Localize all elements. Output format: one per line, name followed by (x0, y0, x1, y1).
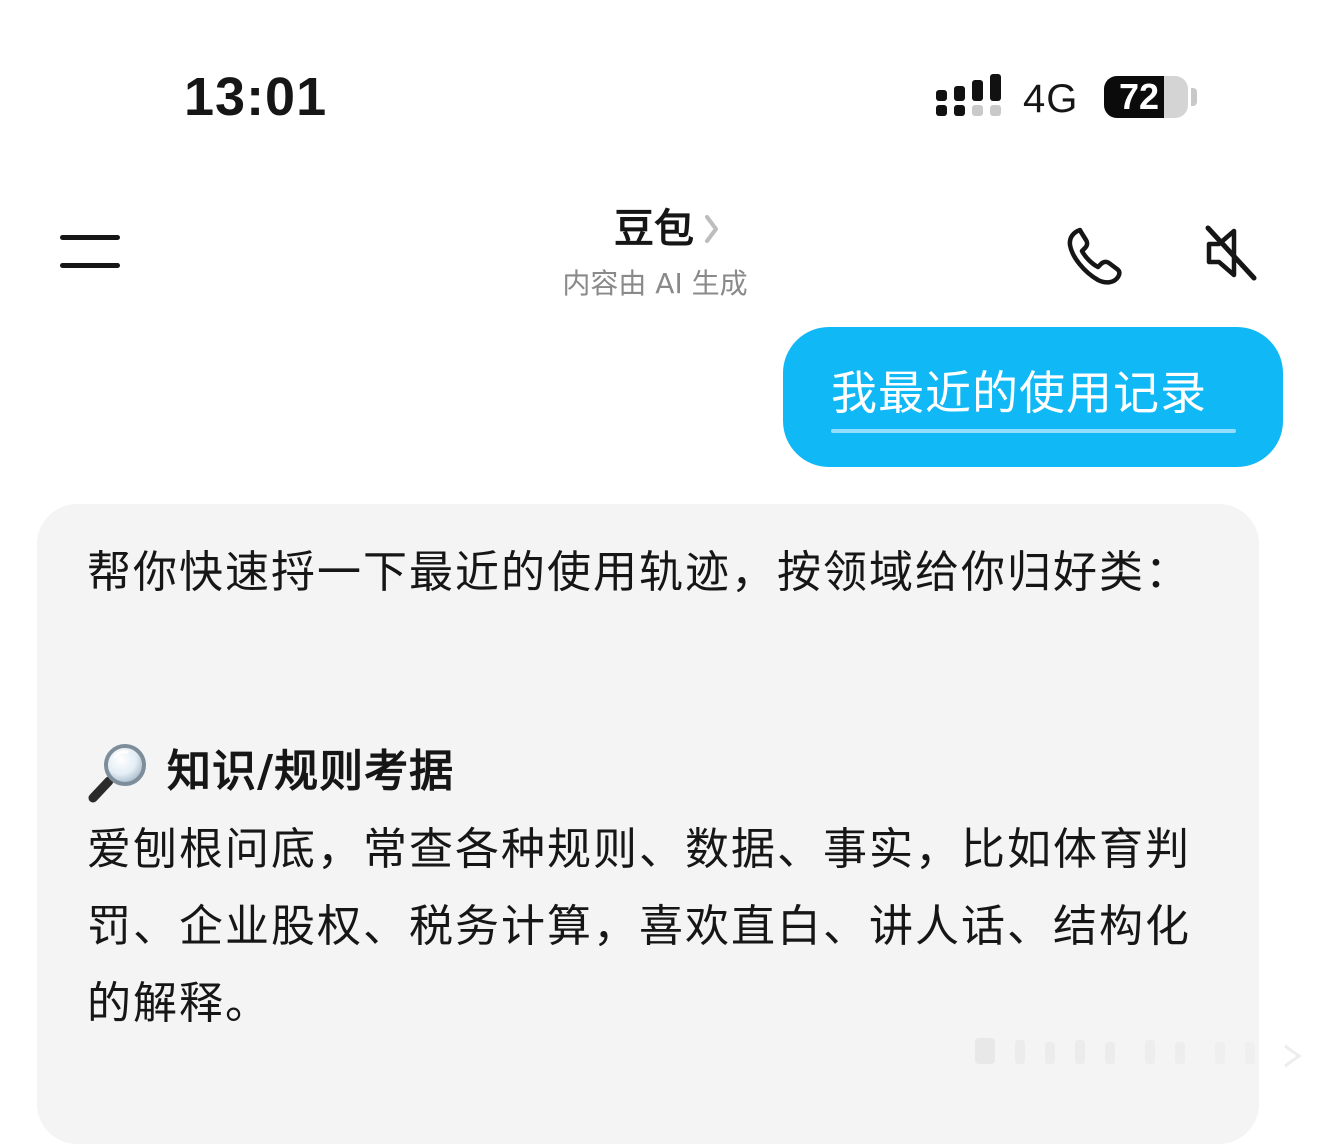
user-message-text: 我最近的使用记录 (831, 366, 1207, 420)
cellular-signal-icon (936, 74, 1001, 116)
network-type: 4G (1023, 77, 1079, 121)
reply-section-body: 爱刨根问底，常查各种规则、数据、事实，比如体育判罚、企业股权、税务计算，喜欢直白… (87, 824, 1191, 1029)
menu-icon (60, 235, 120, 240)
menu-icon-line (60, 263, 120, 268)
bot-profile-link[interactable]: 豆包 (540, 198, 770, 260)
ai-generated-notice: 内容由 AI 生成 (562, 267, 748, 300)
chevron-right-icon (705, 215, 718, 243)
phone-icon (1067, 227, 1122, 285)
battery-icon: 72 (1104, 76, 1188, 118)
user-message-bubble[interactable]: 我最近的使用记录 (783, 327, 1283, 467)
voice-call-button[interactable] (1060, 220, 1136, 290)
user-message-underline (831, 429, 1236, 433)
status-time: 13:01 (184, 67, 328, 127)
scroll-indicator (975, 1038, 1302, 1068)
menu-button[interactable] (56, 228, 126, 276)
magnifier-icon (88, 744, 146, 803)
reply-section-heading: 知识/规则考据 (87, 740, 454, 804)
chat-title: 豆包 (614, 206, 694, 252)
mute-toggle-button[interactable] (1196, 218, 1266, 288)
chat-title-group: 豆包 内容由 AI 生成 (540, 198, 770, 304)
reply-intro: 帮你快速捋一下最近的使用轨迹，按领域给你归好类： (87, 547, 1191, 598)
reply-section-title: 知识/规则考据 (167, 746, 455, 797)
battery-level: 72 (1118, 76, 1160, 117)
speaker-muted-icon (1205, 225, 1257, 281)
battery-cap (1191, 88, 1197, 106)
